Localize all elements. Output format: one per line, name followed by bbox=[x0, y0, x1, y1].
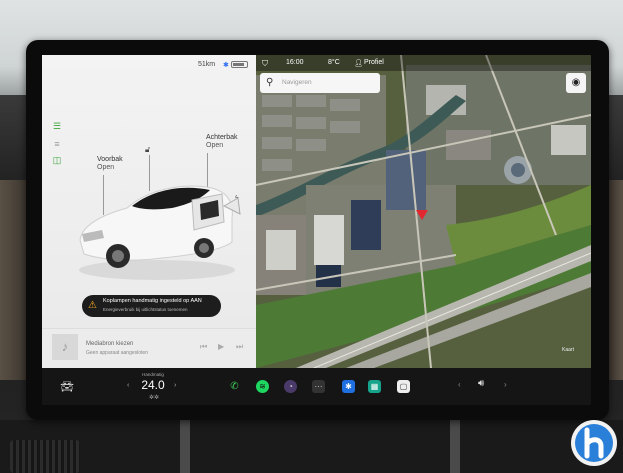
volume-icon[interactable]: 🔊︎ bbox=[478, 378, 484, 389]
next-track-icon[interactable]: ⏭ bbox=[236, 342, 243, 352]
volume-up-icon[interactable]: › bbox=[504, 380, 507, 389]
map-corner-label[interactable]: Kaart bbox=[552, 341, 584, 359]
rear-trunk-label[interactable]: Achterbak Open bbox=[206, 134, 238, 150]
previous-track-icon[interactable]: ⏮ bbox=[200, 342, 207, 352]
bluetooth-icon[interactable]: ✱ bbox=[342, 380, 355, 393]
warning-icon: ⚠ bbox=[88, 300, 97, 311]
climate-mode-label: Handmatig bbox=[142, 372, 164, 377]
console-support bbox=[450, 420, 460, 473]
search-icon: ⚲ bbox=[266, 77, 274, 88]
bluetooth-icon: ✱ bbox=[223, 62, 229, 69]
rear-trunk-title: Achterbak bbox=[206, 134, 238, 141]
media-app-icon[interactable]: ◔ bbox=[284, 380, 297, 393]
dashboard-trim-right bbox=[607, 180, 623, 380]
user-icon[interactable]: 👤︎ bbox=[354, 59, 363, 67]
lock-icon[interactable]: 🔓︎ bbox=[145, 145, 153, 154]
profile-button[interactable]: Profiel bbox=[364, 59, 384, 66]
front-trunk-title: Voorbak bbox=[97, 156, 123, 163]
clock: 16:00 bbox=[286, 59, 304, 66]
air-vent bbox=[10, 440, 80, 473]
temp-up-icon[interactable]: › bbox=[174, 382, 176, 389]
console-support bbox=[180, 420, 190, 473]
navigation-settings-icon[interactable]: ◉ bbox=[566, 73, 586, 93]
play-icon[interactable]: ▶ bbox=[218, 342, 224, 351]
phone-icon[interactable]: ✆ bbox=[228, 380, 241, 393]
taskbar: 🚘︎ ‹ Handmatig 24.0 ✲✲ › ✆ ≋ ◔ ··· ✱ ▦ ▢… bbox=[42, 368, 591, 405]
media-player: ♪ Mediabron kiezen Geen apparaat aangesl… bbox=[42, 328, 256, 368]
map-view[interactable]: ⛉ 16:00 8°C 👤︎ Profiel ⚲ Navigeren ◉ Kaa… bbox=[256, 55, 591, 368]
car-status-panel: 51km ✱ ☰ ≡ ◫ Voorbak Open 🔓︎ Achterbak O… bbox=[42, 55, 256, 368]
alert-subtitle: Energieverbruik bij uitlichtstatus toene… bbox=[103, 307, 188, 312]
touchscreen: 51km ✱ ☰ ≡ ◫ Voorbak Open 🔓︎ Achterbak O… bbox=[42, 55, 591, 405]
search-input[interactable]: Navigeren bbox=[282, 79, 312, 86]
rear-trunk-state: Open bbox=[206, 142, 224, 149]
car-icon[interactable]: 🚘︎ bbox=[60, 380, 74, 393]
temperature-value[interactable]: 24.0 bbox=[134, 378, 172, 392]
watermark-logo bbox=[571, 420, 617, 466]
range-readout: 51km bbox=[198, 61, 216, 68]
more-apps-icon[interactable]: ··· bbox=[312, 380, 325, 393]
shield-icon: ⛉ bbox=[262, 59, 268, 68]
headlight-alert-toast[interactable]: ⚠ Koplampen handmatig ingesteld op AAN E… bbox=[82, 295, 221, 317]
notes-icon[interactable]: ▢ bbox=[397, 380, 410, 393]
battery-icon bbox=[231, 61, 248, 68]
fan-icon[interactable]: ✲✲ bbox=[147, 394, 161, 401]
calendar-icon[interactable]: ▦ bbox=[368, 380, 381, 393]
car-model-image bbox=[79, 185, 241, 280]
alert-title: Koplampen handmatig ingesteld op AAN bbox=[103, 298, 202, 304]
volume-down-icon[interactable]: ‹ bbox=[458, 380, 461, 389]
center-console bbox=[0, 420, 623, 473]
navigation-search-bar[interactable]: ⚲ Navigeren bbox=[260, 73, 380, 93]
location-arrow-icon bbox=[416, 210, 428, 220]
parking-light-icon[interactable]: ◫ bbox=[50, 155, 64, 165]
outside-temperature: 8°C bbox=[328, 59, 340, 66]
media-source-title[interactable]: Mediabron kiezen bbox=[86, 341, 133, 347]
music-note-icon: ♪ bbox=[52, 334, 78, 360]
media-source-subtitle: Geen apparaat aangesloten bbox=[86, 350, 148, 356]
headlight-icon[interactable]: ☰ bbox=[50, 121, 64, 131]
spotify-icon[interactable]: ≋ bbox=[256, 380, 269, 393]
fog-light-icon[interactable]: ≡ bbox=[50, 139, 64, 149]
temp-down-icon[interactable]: ‹ bbox=[127, 382, 129, 389]
map-status-bar: ⛉ 16:00 8°C 👤︎ Profiel bbox=[256, 55, 591, 71]
